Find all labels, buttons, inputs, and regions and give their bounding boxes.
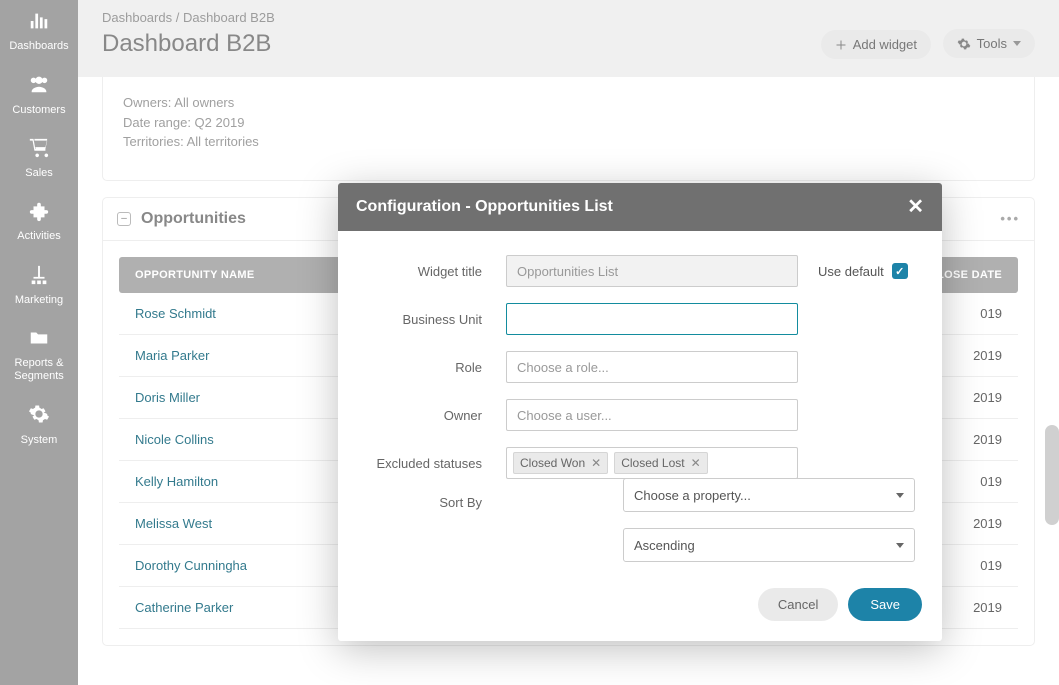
tag-closed-lost: Closed Lost✕ xyxy=(614,452,707,474)
gear-icon xyxy=(957,37,971,51)
sidebar: Dashboards Customers Sales Activities Ma… xyxy=(0,0,78,685)
sort-direction-select[interactable]: Ascending xyxy=(623,528,915,562)
label-widget-title: Widget title xyxy=(358,264,506,279)
label-use-default: Use default xyxy=(818,264,884,279)
sidebar-item-activities[interactable]: Activities xyxy=(0,190,78,253)
puzzle-icon xyxy=(28,200,50,226)
folder-icon xyxy=(28,327,50,353)
use-default-checkbox[interactable] xyxy=(892,263,908,279)
sidebar-item-reports[interactable]: Reports & Segments xyxy=(0,317,78,394)
label-business-unit: Business Unit xyxy=(358,312,506,327)
sidebar-item-label: Reports & Segments xyxy=(4,357,74,383)
filter-owners: Owners: All owners xyxy=(103,93,1034,113)
page-title: Dashboard B2B xyxy=(102,30,271,58)
sidebar-item-marketing[interactable]: Marketing xyxy=(0,254,78,317)
sidebar-item-system[interactable]: System xyxy=(0,393,78,456)
tag-closed-won: Closed Won✕ xyxy=(513,452,608,474)
users-icon xyxy=(28,73,50,99)
widget-menu-button[interactable]: ••• xyxy=(1000,211,1020,226)
topbar: Dashboards / Dashboard B2B Dashboard B2B… xyxy=(78,0,1059,77)
cart-icon xyxy=(28,137,50,163)
sort-property-select[interactable]: Choose a property... xyxy=(623,478,915,512)
remove-tag-icon[interactable]: ✕ xyxy=(691,456,701,470)
cancel-button[interactable]: Cancel xyxy=(758,588,838,621)
sidebar-item-customers[interactable]: Customers xyxy=(0,63,78,126)
sidebar-item-label: Customers xyxy=(12,104,65,117)
gear-icon xyxy=(28,403,50,429)
chevron-down-icon xyxy=(1013,41,1021,46)
config-modal: Configuration - Opportunities List ✕ Wid… xyxy=(338,183,942,641)
breadcrumb[interactable]: Dashboards / Dashboard B2B xyxy=(102,10,1035,25)
role-input[interactable] xyxy=(506,351,798,383)
modal-header: Configuration - Opportunities List ✕ xyxy=(338,183,942,231)
breadcrumb-current: Dashboard B2B xyxy=(183,10,275,25)
chart-icon xyxy=(28,10,50,36)
label-excluded: Excluded statuses xyxy=(358,456,506,471)
filter-territories: Territories: All territories xyxy=(103,132,1034,152)
save-button[interactable]: Save xyxy=(848,588,922,621)
add-widget-button[interactable]: Add widget xyxy=(821,30,931,59)
label-sort-by: Sort By xyxy=(358,495,506,510)
chevron-down-icon xyxy=(896,543,904,548)
excluded-statuses-tagbox[interactable]: Closed Won✕ Closed Lost✕ xyxy=(506,447,798,479)
owner-input[interactable] xyxy=(506,399,798,431)
tree-icon xyxy=(28,264,50,290)
chevron-down-icon xyxy=(896,493,904,498)
filter-dates: Date range: Q2 2019 xyxy=(103,113,1034,133)
sidebar-item-label: Dashboards xyxy=(9,40,68,53)
modal-title: Configuration - Opportunities List xyxy=(356,198,613,216)
business-unit-input[interactable] xyxy=(506,303,798,335)
sidebar-item-label: System xyxy=(21,434,58,447)
breadcrumb-parent[interactable]: Dashboards xyxy=(102,10,172,25)
remove-tag-icon[interactable]: ✕ xyxy=(591,456,601,470)
label-owner: Owner xyxy=(358,408,506,423)
collapse-icon[interactable]: – xyxy=(117,212,131,226)
sidebar-item-sales[interactable]: Sales xyxy=(0,127,78,190)
close-icon[interactable]: ✕ xyxy=(907,197,924,217)
scrollbar-thumb[interactable] xyxy=(1045,425,1059,525)
sidebar-item-dashboards[interactable]: Dashboards xyxy=(0,0,78,63)
sidebar-item-label: Activities xyxy=(17,230,60,243)
tools-button[interactable]: Tools xyxy=(943,29,1035,58)
sidebar-item-label: Sales xyxy=(25,167,53,180)
plus-icon xyxy=(835,39,847,51)
widget-title-input[interactable] xyxy=(506,255,798,287)
content-area: Dashboards / Dashboard B2B Dashboard B2B… xyxy=(78,0,1059,685)
filters-summary: Owners: All owners Date range: Q2 2019 T… xyxy=(102,77,1035,181)
label-role: Role xyxy=(358,360,506,375)
sidebar-item-label: Marketing xyxy=(15,294,63,307)
